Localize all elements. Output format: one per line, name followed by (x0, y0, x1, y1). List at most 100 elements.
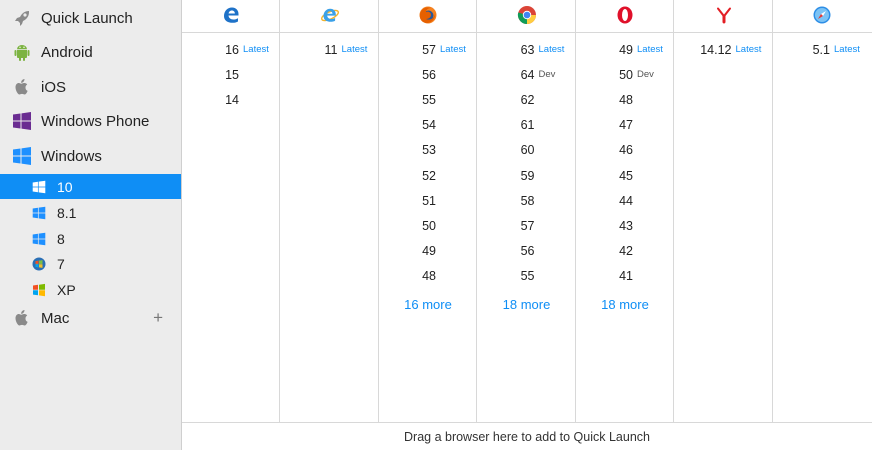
sidebar-item-windows-phone[interactable]: Windows Phone (0, 104, 181, 138)
version-item[interactable]: 56 (478, 239, 576, 264)
windows-10-icon (32, 180, 46, 194)
version-item[interactable]: 57 Latest (379, 37, 477, 62)
version-number: 44 (619, 193, 633, 208)
version-item[interactable]: 60 (478, 138, 576, 163)
version-item[interactable]: 44 (576, 188, 674, 213)
app-window: Quick Launch Android iOS Windows Phone W (0, 0, 872, 450)
latest-badge: Latest (440, 44, 466, 56)
latest-badge: Latest (243, 44, 269, 56)
version-item[interactable]: 5.1 Latest (773, 37, 871, 62)
version-item[interactable]: 43 (576, 213, 674, 238)
version-number: 41 (619, 269, 633, 284)
yandex-icon[interactable] (675, 4, 773, 26)
browser-column-opera: 49 Latest 50 Dev 48 47 46 45 44 43 42 41 18 more (576, 0, 674, 422)
version-item[interactable]: 55 (379, 87, 477, 112)
apple-icon (12, 308, 32, 328)
version-item[interactable]: 48 (576, 87, 674, 112)
version-item[interactable]: 59 (478, 163, 576, 188)
version-item[interactable]: 11 Latest (281, 37, 379, 62)
sidebar-item-label: Android (41, 43, 93, 61)
version-number: 54 (422, 118, 436, 133)
os-sidebar: Quick Launch Android iOS Windows Phone W (0, 0, 182, 450)
sidebar-subitem-windows-10[interactable]: 10 (0, 174, 181, 199)
opera-icon[interactable] (576, 4, 674, 26)
version-item[interactable]: 53 (379, 138, 477, 163)
sidebar-item-quick-launch[interactable]: Quick Launch (0, 1, 181, 35)
version-item[interactable]: 47 (576, 113, 674, 138)
version-number: 64 (520, 67, 535, 82)
version-item[interactable]: 48 (379, 264, 477, 289)
windows-phone-icon (12, 111, 32, 131)
edge-icon[interactable] (182, 4, 280, 26)
drop-zone-text: Drag a browser here to add to Quick Laun… (404, 429, 650, 444)
version-item[interactable]: 51 (379, 188, 477, 213)
version-item[interactable]: 64 Dev (478, 62, 576, 87)
version-item[interactable]: 54 (379, 113, 477, 138)
sidebar-item-label: Quick Launch (41, 9, 133, 27)
version-item[interactable]: 15 (182, 62, 280, 87)
version-item[interactable]: 46 (576, 138, 674, 163)
apple-icon (12, 77, 32, 97)
sidebar-item-mac[interactable]: Mac + (0, 301, 181, 335)
version-item[interactable]: 49 Latest (576, 37, 674, 62)
version-item[interactable]: 55 (478, 264, 576, 289)
internet-explorer-icon[interactable] (281, 4, 379, 26)
sidebar-subitem-label: 8.1 (57, 204, 77, 221)
version-number: 14.12 (700, 42, 732, 57)
sidebar-item-label: Windows (41, 147, 102, 165)
sidebar-item-android[interactable]: Android (0, 35, 181, 69)
version-item[interactable]: 50 Dev (576, 62, 674, 87)
dev-badge: Dev (637, 69, 654, 81)
version-item[interactable]: 52 (379, 163, 477, 188)
sidebar-item-windows[interactable]: Windows (0, 139, 181, 173)
firefox-icon[interactable] (379, 4, 477, 26)
more-versions-link[interactable]: 16 more (379, 297, 477, 312)
version-item[interactable]: 50 (379, 213, 477, 238)
version-item[interactable]: 45 (576, 163, 674, 188)
sidebar-item-label: Windows Phone (41, 112, 150, 130)
latest-badge: Latest (735, 44, 762, 56)
version-number: 50 (619, 67, 633, 82)
version-item[interactable]: 41 (576, 264, 674, 289)
version-item[interactable]: 49 (379, 239, 477, 264)
version-number: 48 (422, 269, 436, 284)
version-item[interactable]: 62 (478, 87, 576, 112)
sidebar-subitem-windows-8-1[interactable]: 8.1 (0, 200, 181, 225)
sidebar-item-ios[interactable]: iOS (0, 70, 181, 104)
version-item[interactable]: 16 Latest (182, 37, 280, 62)
version-number: 51 (422, 193, 436, 208)
version-number: 46 (619, 143, 633, 158)
version-number: 55 (520, 269, 535, 284)
version-item[interactable]: 61 (478, 113, 576, 138)
version-item[interactable]: 56 (379, 62, 477, 87)
version-item[interactable]: 42 (576, 239, 674, 264)
version-number: 58 (520, 193, 535, 208)
sidebar-subitem-windows-7[interactable]: 7 (0, 251, 181, 276)
browser-column-internet-explorer: 11 Latest (281, 0, 379, 422)
latest-badge: Latest (341, 44, 368, 56)
version-item[interactable]: 58 (478, 188, 576, 213)
version-number: 49 (619, 42, 633, 57)
version-item[interactable]: 63 Latest (478, 37, 576, 62)
version-item[interactable]: 14.12 Latest (675, 37, 773, 62)
version-number: 45 (619, 168, 633, 183)
safari-icon[interactable] (773, 4, 871, 26)
more-versions-link[interactable]: 18 more (478, 297, 576, 312)
quick-launch-drop-zone[interactable]: Drag a browser here to add to Quick Laun… (182, 422, 872, 450)
version-list: 16 Latest 15 14 (182, 37, 280, 113)
version-number: 15 (225, 67, 239, 82)
version-number: 55 (422, 92, 436, 107)
browser-grid: 16 Latest 15 14 11 Latest 57 Latest 56 55 54 53 52 51… (182, 0, 872, 450)
version-item[interactable]: 14 (182, 87, 280, 112)
version-list: 14.12 Latest (675, 37, 773, 62)
version-list: 11 Latest (281, 37, 379, 62)
latest-badge: Latest (538, 44, 565, 56)
more-versions-link[interactable]: 18 more (576, 297, 674, 312)
add-mac-button[interactable]: + (153, 308, 163, 328)
windows-8-icon (32, 232, 46, 246)
version-item[interactable]: 57 (478, 213, 576, 238)
sidebar-subitem-windows-xp[interactable]: XP (0, 277, 181, 302)
sidebar-subitem-windows-8[interactable]: 8 (0, 226, 181, 251)
dev-badge: Dev (538, 69, 556, 81)
chrome-icon[interactable] (478, 4, 576, 26)
